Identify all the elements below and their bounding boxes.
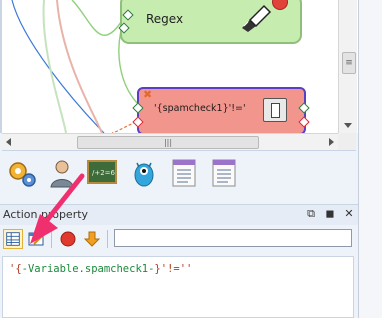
calculator-board-icon[interactable]: /+2=6	[86, 157, 118, 189]
right-panel-edge	[358, 0, 382, 318]
spamcheck-node-label: '{spamcheck1}'!='	[154, 103, 246, 114]
edit-script-icon[interactable]	[26, 229, 46, 249]
svg-text:/+2=6: /+2=6	[92, 169, 116, 177]
arrow-down-icon[interactable]	[82, 229, 102, 249]
float-panel-icon[interactable]: ⧉	[305, 207, 317, 221]
stop-icon[interactable]	[272, 0, 288, 10]
action-toolbar	[0, 225, 358, 253]
canvas-horizontal-scrollbar[interactable]: |||	[2, 133, 338, 150]
user-icon[interactable]	[46, 157, 78, 189]
regex-node[interactable]: Regex	[120, 0, 302, 44]
code-variable: -Variable.spamcheck1-	[21, 263, 155, 275]
maximize-panel-icon[interactable]: ◼	[324, 207, 336, 220]
code-suffix: }'!=''	[154, 263, 193, 275]
pen-icon	[242, 4, 272, 32]
switch-icon	[263, 98, 287, 122]
panel-title: Action property	[3, 208, 89, 221]
action-toolbox: /+2=6	[2, 150, 356, 195]
workflow-canvas[interactable]: Regex ✖ '{spamcheck1}'!='	[0, 0, 358, 133]
monster-icon[interactable]	[128, 157, 160, 189]
horizontal-scroll-thumb[interactable]: |||	[77, 136, 259, 149]
scroll-down-arrow[interactable]	[344, 123, 352, 128]
close-panel-icon[interactable]: ✕	[343, 207, 355, 220]
code-prefix: '{	[9, 263, 22, 275]
document-list-icon[interactable]	[168, 157, 200, 189]
spamcheck-node[interactable]: ✖ '{spamcheck1}'!='	[137, 87, 306, 133]
toolbar-separator	[51, 230, 52, 248]
stop-icon[interactable]	[58, 229, 78, 249]
scroll-right-arrow[interactable]	[329, 138, 334, 146]
document-list-icon[interactable]	[208, 157, 240, 189]
expression-code[interactable]: '{-Variable.spamcheck1-}'!=''	[9, 263, 192, 275]
vertical-scroll-thumb[interactable]: ≡	[342, 52, 356, 74]
canvas-vertical-scrollbar[interactable]: ≡	[338, 0, 357, 133]
table-view-icon[interactable]	[3, 229, 23, 249]
expression-editor[interactable]: '{-Variable.spamcheck1-}'!=''	[2, 256, 354, 318]
error-x-icon: ✖	[143, 88, 153, 101]
scroll-corner	[338, 133, 356, 150]
gears-icon[interactable]	[6, 157, 38, 189]
regex-node-label: Regex	[146, 12, 184, 26]
action-property-header: Action property ⧉ ◼ ✕	[0, 204, 358, 226]
scroll-left-arrow[interactable]	[6, 138, 11, 146]
toolbar-separator	[107, 230, 108, 248]
filter-input[interactable]	[114, 229, 352, 247]
